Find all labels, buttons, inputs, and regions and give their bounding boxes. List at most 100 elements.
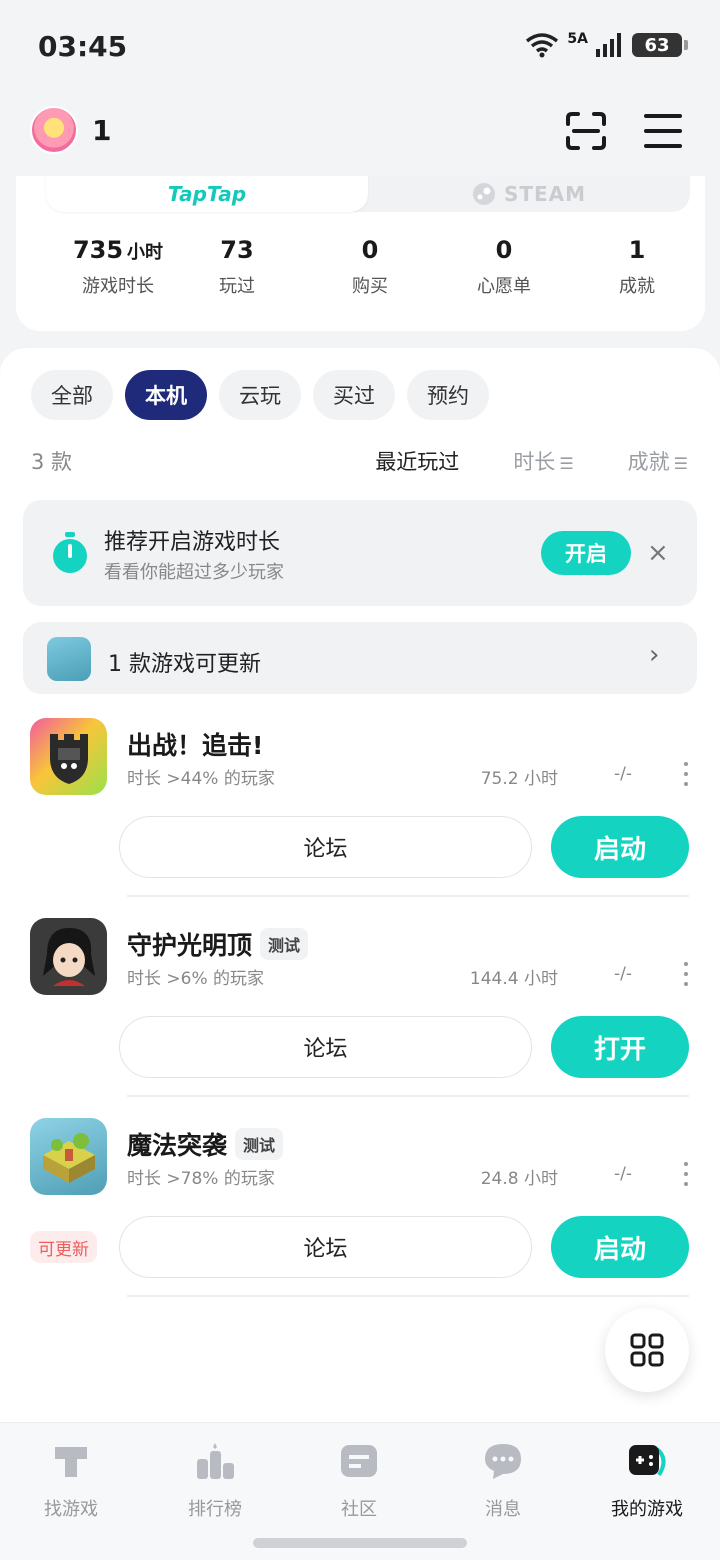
status-time: 03:45 xyxy=(38,30,128,63)
forum-button[interactable]: 论坛 xyxy=(119,1016,532,1078)
stat-label: 成就 xyxy=(619,276,655,297)
game-achievements: -/- xyxy=(614,764,632,784)
username[interactable]: 1 xyxy=(92,114,111,147)
stat-label: 玩过 xyxy=(219,276,255,297)
nav-find-games[interactable]: 找游戏 xyxy=(11,1441,131,1521)
game-name: 魔法突袭 xyxy=(127,1131,228,1160)
signal-icon xyxy=(596,33,621,57)
more-options-icon[interactable] xyxy=(683,962,689,986)
stopwatch-icon xyxy=(53,532,87,573)
nav-label: 排行榜 xyxy=(188,1499,242,1520)
forum-button[interactable]: 论坛 xyxy=(119,816,532,878)
filter-all[interactable]: 全部 xyxy=(31,370,113,420)
update-text: 1 款游戏可更新 xyxy=(108,652,261,677)
sort-recent[interactable]: 最近玩过 xyxy=(375,446,459,476)
filter-local[interactable]: 本机 xyxy=(125,370,207,420)
game-row: 魔法突袭 测试 时长 >78% 的玩家 24.8 小时 -/- 可更新 论坛 启动 xyxy=(0,1096,720,1297)
sort-achievements[interactable]: 成就 ☰ xyxy=(628,446,688,476)
stat-achievements[interactable]: 1 成就 xyxy=(570,236,704,298)
battery-level: 63 xyxy=(644,34,670,56)
recommend-subtitle: 看看你能超过多少玩家 xyxy=(104,562,284,583)
battery-icon: 63 xyxy=(632,33,688,57)
sort-options: 最近玩过 时长 ☰ 成就 ☰ xyxy=(375,446,688,476)
game-count: 3 款 xyxy=(31,450,73,474)
game-row: 守护光明顶 测试 时长 >6% 的玩家 144.4 小时 -/- 论坛 打开 xyxy=(0,896,720,1097)
stats-card: TapTap STEAM 735 小时 游戏时长 73 玩过 0 购买 0 心愿单… xyxy=(16,176,705,331)
nav-community[interactable]: 社区 xyxy=(299,1441,419,1521)
sort-hours-label: 时长 xyxy=(513,450,556,474)
status-icons: 5A 63 xyxy=(525,31,688,58)
stat-unit: 小时 xyxy=(127,242,164,263)
stat-wishlist[interactable]: 0 心愿单 xyxy=(437,236,571,298)
stat-purchased[interactable]: 0 购买 xyxy=(303,236,437,298)
filter-reserved[interactable]: 预约 xyxy=(407,370,489,420)
tab-steam[interactable]: STEAM xyxy=(368,176,690,212)
game-icon[interactable] xyxy=(30,918,107,995)
filter-bought[interactable]: 买过 xyxy=(313,370,395,420)
game-title: 出战！追击! xyxy=(127,726,263,762)
filter-chips: 全部 本机 云玩 买过 预约 xyxy=(31,370,489,420)
launch-button[interactable]: 启动 xyxy=(551,816,689,878)
platform-tabs: TapTap STEAM xyxy=(46,176,690,212)
nav-label: 消息 xyxy=(485,1499,521,1520)
nav-my-games[interactable]: 我的游戏 xyxy=(587,1441,707,1521)
more-options-icon[interactable] xyxy=(683,762,689,786)
filter-cloud[interactable]: 云玩 xyxy=(219,370,301,420)
stat-value: 1 xyxy=(628,236,646,264)
sort-hours[interactable]: 时长 ☰ xyxy=(513,446,573,476)
grid-menu-button[interactable] xyxy=(605,1308,689,1392)
sort-icon: ☰ xyxy=(673,454,688,473)
nav-leaderboard[interactable]: 排行榜 xyxy=(155,1441,275,1521)
game-icon[interactable] xyxy=(30,718,107,795)
menu-button[interactable] xyxy=(644,114,682,148)
stat-playtime[interactable]: 735 小时 游戏时长 xyxy=(51,236,185,298)
tab-taptap[interactable]: TapTap xyxy=(46,176,368,212)
game-title: 魔法突袭 测试 xyxy=(127,1126,284,1162)
game-list-panel: 全部 本机 云玩 买过 预约 3 款 最近玩过 时长 ☰ 成就 ☰ 推荐开启游戏时长… xyxy=(0,348,720,1428)
test-tag: 测试 xyxy=(235,1128,284,1160)
game-row: 出战！追击! 时长 >44% 的玩家 75.2 小时 -/- 论坛 启动 xyxy=(0,696,720,897)
menu-icon-line xyxy=(644,144,682,148)
nav-messages[interactable]: 消息 xyxy=(443,1441,563,1521)
stat-value: 0 xyxy=(361,236,379,264)
close-icon[interactable]: × xyxy=(647,538,669,568)
stat-value: 735 xyxy=(72,236,124,264)
sort-icon: ☰ xyxy=(559,454,574,473)
scan-button[interactable] xyxy=(566,112,606,150)
enable-playtime-button[interactable]: 开启 xyxy=(541,531,631,575)
character-portrait-icon xyxy=(42,927,95,986)
game-icon[interactable] xyxy=(30,1118,107,1195)
sort-achievements-label: 成就 xyxy=(627,450,670,474)
more-options-icon[interactable] xyxy=(683,1162,689,1186)
nav-label: 社区 xyxy=(341,1499,377,1520)
avatar[interactable] xyxy=(30,106,78,154)
game-rank-text: 时长 >78% 的玩家 xyxy=(127,1169,275,1189)
game-hours: 144.4 小时 xyxy=(469,969,558,989)
nav-label: 我的游戏 xyxy=(611,1499,683,1520)
game-hours: 24.8 小时 xyxy=(480,1169,558,1189)
launch-button[interactable]: 启动 xyxy=(551,1216,689,1278)
stat-value: 73 xyxy=(220,236,254,264)
home-indicator[interactable] xyxy=(253,1538,467,1548)
stat-label: 心愿单 xyxy=(477,276,531,297)
chevron-right-icon: › xyxy=(649,640,660,670)
game-name: 守护光明顶 xyxy=(127,931,253,960)
network-type: 5A xyxy=(567,31,588,47)
nav-label: 找游戏 xyxy=(44,1499,98,1520)
game-name: 出战！追击! xyxy=(127,731,264,760)
open-button[interactable]: 打开 xyxy=(551,1016,689,1078)
scan-icon xyxy=(566,112,606,150)
stat-label: 游戏时长 xyxy=(82,276,154,297)
grid-icon xyxy=(630,1333,664,1367)
divider xyxy=(127,1295,689,1297)
menu-icon-line xyxy=(644,114,682,118)
steam-icon xyxy=(472,183,495,205)
game-achievements: -/- xyxy=(614,1164,632,1184)
stat-value: 0 xyxy=(495,236,513,264)
game-title: 守护光明顶 测试 xyxy=(127,926,309,962)
update-available-banner[interactable]: 1 款游戏可更新 › xyxy=(23,622,697,694)
recommend-title: 推荐开启游戏时长 xyxy=(104,530,281,555)
forum-button[interactable]: 论坛 xyxy=(119,1216,532,1278)
stat-played[interactable]: 73 玩过 xyxy=(170,236,304,298)
wifi-icon xyxy=(526,33,559,58)
